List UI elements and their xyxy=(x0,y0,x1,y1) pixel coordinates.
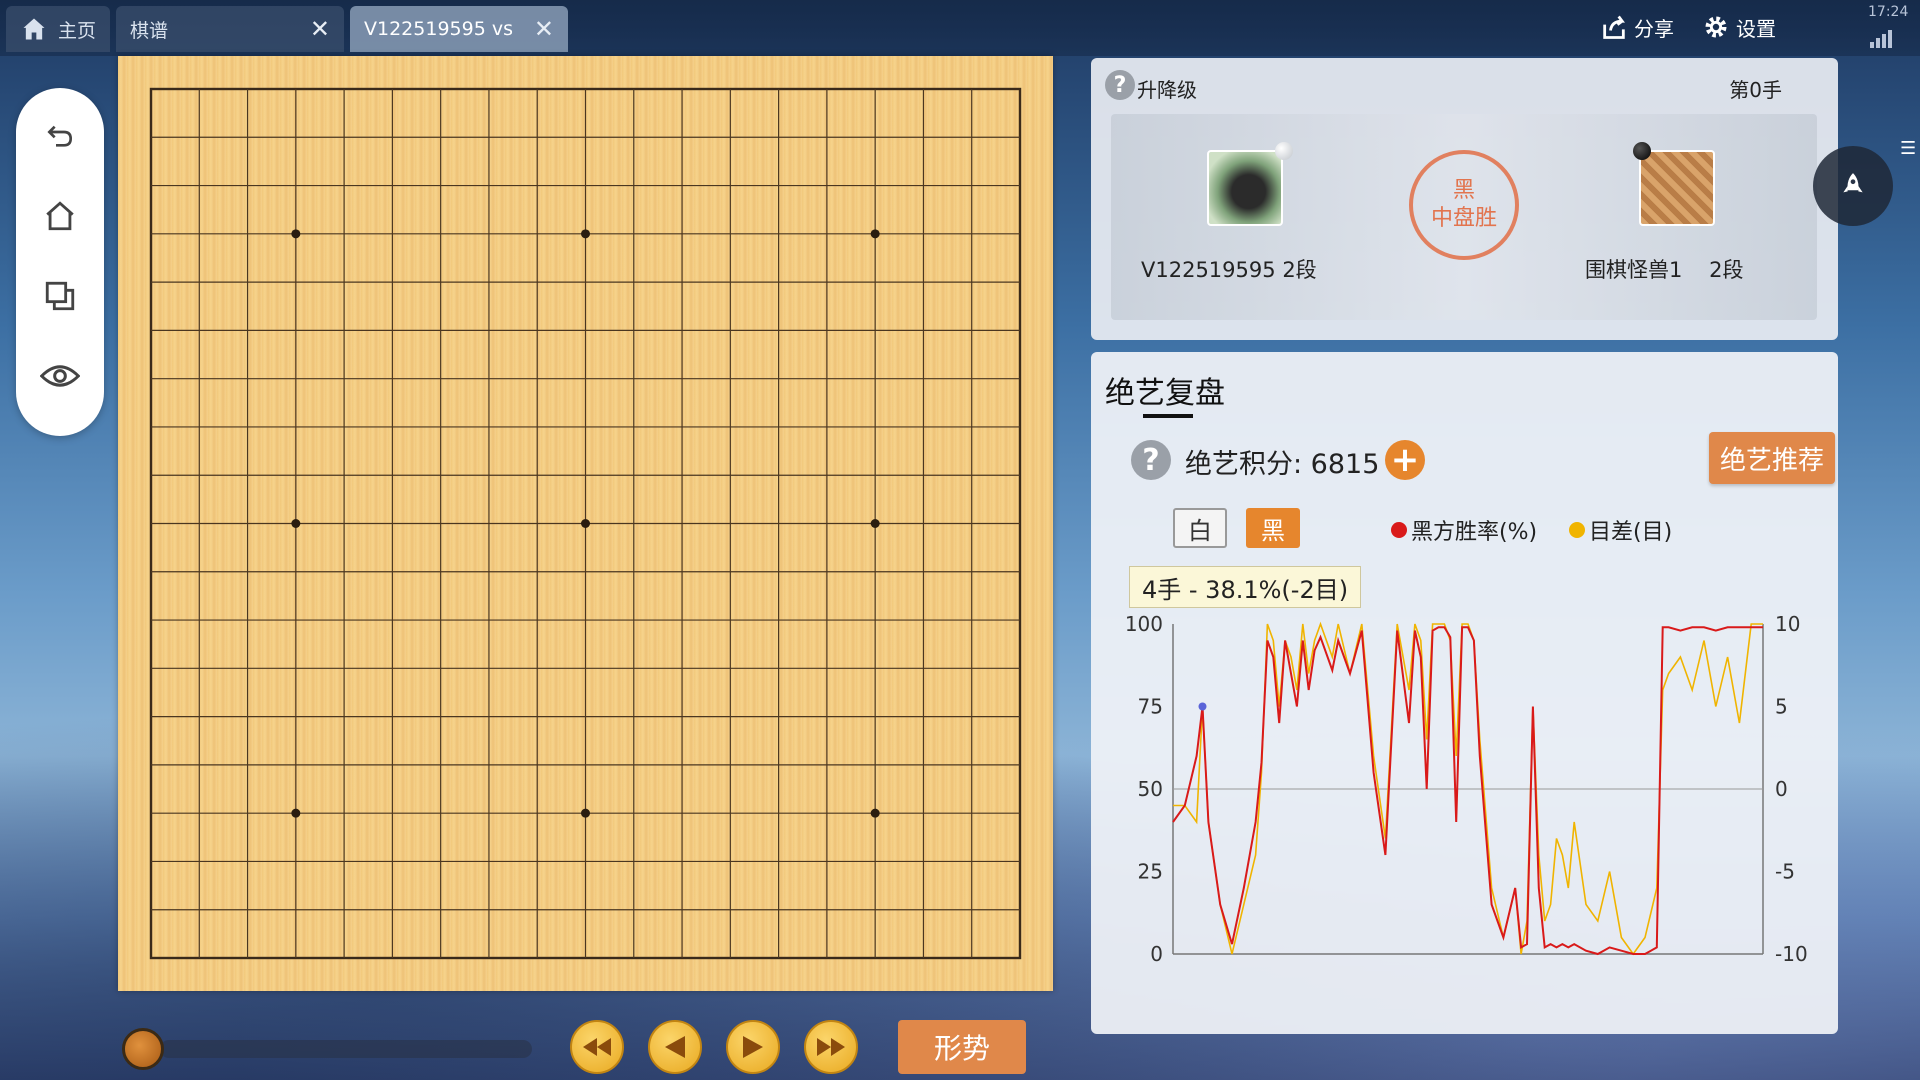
star-point xyxy=(291,519,301,528)
signal-icon xyxy=(1870,30,1892,48)
last-move-button[interactable] xyxy=(804,1020,858,1074)
title-underline xyxy=(1143,414,1193,418)
star-point xyxy=(581,808,590,818)
first-move-button[interactable] xyxy=(570,1020,624,1074)
board-grid[interactable] xyxy=(118,56,1053,991)
star-point xyxy=(581,519,590,528)
legend-winrate: 黑方胜率(%) xyxy=(1391,514,1537,546)
analysis-panel: 绝艺复盘 ? 绝艺积分: 6815 + 绝艺推荐 白 黑 黑方胜率(%) 目差(… xyxy=(1091,352,1838,1034)
star-point xyxy=(291,808,301,818)
white-toggle-button[interactable]: 白 xyxy=(1173,508,1227,548)
side-toolbar xyxy=(16,88,104,436)
home-icon xyxy=(23,18,45,40)
star-point xyxy=(581,229,590,239)
eye-icon xyxy=(40,365,80,387)
red-dot-icon xyxy=(1391,522,1407,538)
clock: 17:24 xyxy=(1868,4,1909,20)
copy-icon xyxy=(45,281,75,311)
situation-button[interactable]: 形势 xyxy=(898,1020,1026,1074)
step-forward-icon xyxy=(743,1036,763,1058)
black-toggle-button[interactable]: 黑 xyxy=(1246,508,1300,548)
y-tick-label-right: 5 xyxy=(1775,695,1788,719)
chart-tooltip: 4手 - 38.1%(-2目) xyxy=(1129,566,1362,608)
y-tick-label-right: -10 xyxy=(1775,942,1808,966)
move-progress-knob[interactable] xyxy=(122,1028,164,1070)
help-icon[interactable]: ? xyxy=(1131,440,1171,480)
player-right-name: 围棋怪兽1 2段 xyxy=(1585,254,1743,284)
close-icon[interactable]: ✕ xyxy=(534,15,554,43)
legend-winrate-label: 黑方胜率(%) xyxy=(1411,520,1538,545)
help-icon[interactable]: ? xyxy=(1105,70,1135,100)
white-stone-icon xyxy=(1275,142,1293,160)
rocket-icon xyxy=(1843,173,1863,193)
home-icon xyxy=(46,201,74,231)
share-button[interactable]: 分享 xyxy=(1600,10,1674,44)
player-right-id: 围棋怪兽1 xyxy=(1585,258,1683,282)
top-bar: 主页 棋谱 ✕ V122519595 vs ✕ 分享 设置 17:24 xyxy=(0,0,1920,56)
y-tick-label-left: 50 xyxy=(1138,777,1163,801)
result-seal: 黑 中盘胜 xyxy=(1409,150,1519,260)
add-score-button[interactable]: + xyxy=(1385,440,1425,480)
tab-game-label: V122519595 vs xyxy=(364,18,513,40)
series-line-winrate xyxy=(1172,626,1763,956)
settings-button[interactable]: 设置 xyxy=(1702,10,1776,44)
share-icon xyxy=(1603,15,1625,39)
move-count: 第0手 xyxy=(1729,78,1782,102)
prev-move-button[interactable] xyxy=(648,1020,702,1074)
y-tick-label-left: 25 xyxy=(1138,860,1163,884)
tab-game[interactable]: V122519595 vs ✕ xyxy=(350,6,568,52)
home-button[interactable] xyxy=(40,198,80,234)
menu-icon[interactable]: ☰ xyxy=(1900,138,1920,168)
winrate-chart[interactable]: 10075502501050-5-10 xyxy=(1091,602,1838,1022)
y-tick-label-left: 0 xyxy=(1150,942,1163,966)
player-left-rank: 2段 xyxy=(1282,258,1317,282)
close-icon[interactable]: ✕ xyxy=(310,15,330,43)
y-tick-label-right: 10 xyxy=(1775,612,1800,636)
star-point xyxy=(870,808,880,818)
undo-button[interactable] xyxy=(40,118,80,154)
promotion-label: 升降级 xyxy=(1137,78,1197,102)
tab-home-label: 主页 xyxy=(58,19,97,42)
selected-point-marker xyxy=(1198,702,1207,711)
y-tick-label-right: -5 xyxy=(1775,860,1795,884)
black-stone-icon xyxy=(1633,142,1651,160)
analysis-title: 绝艺复盘 xyxy=(1105,376,1225,411)
settings-label: 设置 xyxy=(1736,16,1776,41)
next-move-button[interactable] xyxy=(726,1020,780,1074)
undo-icon xyxy=(47,125,73,147)
tab-home[interactable]: 主页 xyxy=(6,6,110,52)
recommend-button[interactable]: 绝艺推荐 xyxy=(1709,432,1835,484)
y-tick-label-right: 0 xyxy=(1775,777,1788,801)
fast-backward-icon xyxy=(583,1038,611,1056)
legend-diff: 目差(目) xyxy=(1569,514,1672,546)
tab-records[interactable]: 棋谱 ✕ xyxy=(116,6,344,52)
result-winner: 黑 xyxy=(1452,178,1475,203)
star-point xyxy=(870,519,880,528)
score-label: 绝艺积分: 6815 xyxy=(1185,449,1380,480)
yellow-dot-icon xyxy=(1569,522,1585,538)
avatar[interactable] xyxy=(1207,150,1283,226)
copy-button[interactable] xyxy=(40,278,80,314)
go-board[interactable] xyxy=(118,56,1053,991)
legend-diff-label: 目差(目) xyxy=(1589,520,1673,545)
step-backward-icon xyxy=(665,1036,685,1058)
avatar[interactable] xyxy=(1639,150,1715,226)
result-type: 中盘胜 xyxy=(1430,206,1497,231)
fast-forward-icon xyxy=(817,1038,845,1056)
star-point xyxy=(870,229,880,239)
star-point xyxy=(291,229,301,239)
y-tick-label-left: 100 xyxy=(1125,612,1163,636)
y-tick-label-left: 75 xyxy=(1138,695,1163,719)
share-label: 分享 xyxy=(1634,16,1674,41)
rocket-button[interactable] xyxy=(1813,146,1893,226)
player-right-rank: 2段 xyxy=(1709,258,1744,282)
view-button[interactable] xyxy=(40,358,80,394)
tab-records-label: 棋谱 xyxy=(130,19,169,42)
player-left-name: V122519595 2段 xyxy=(1141,254,1317,284)
gear-icon xyxy=(1705,16,1727,38)
players-panel: ? 升降级 第0手 V122519595 2段 围棋怪兽1 2段 黑 中盘胜 xyxy=(1091,58,1838,340)
move-progress-track[interactable] xyxy=(160,1040,532,1058)
player-left-id: V122519595 xyxy=(1141,258,1276,282)
